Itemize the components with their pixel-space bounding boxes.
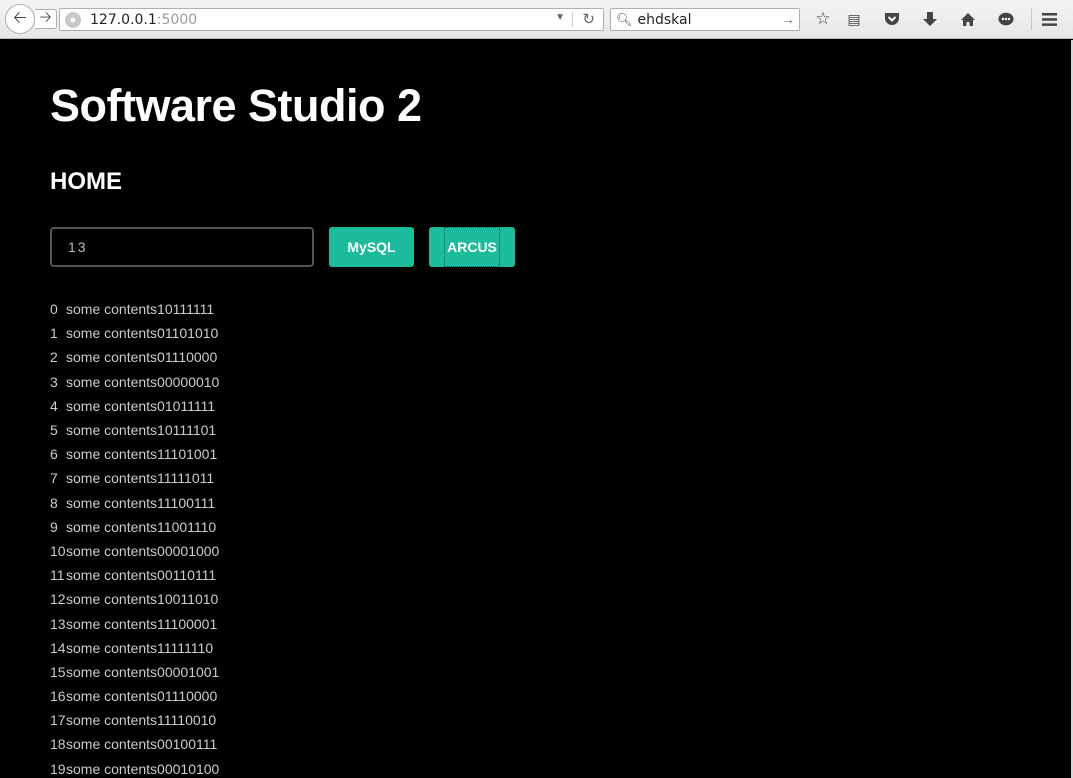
pocket-icon[interactable] xyxy=(882,9,902,29)
list-item-content: some contents01110000 xyxy=(66,349,218,366)
list-item: 5 some contents10111101 xyxy=(50,418,219,442)
go-arrow-icon[interactable]: → xyxy=(781,11,795,27)
list-item: 11 some contents00110111 xyxy=(50,563,219,587)
list-item: 0 some contents10111111 xyxy=(50,297,219,321)
list-item-index: 19 xyxy=(50,760,66,777)
list-item-content: some contents11001110 xyxy=(66,518,217,535)
browser-toolbar: 🡠 🡢 ● 127.0.0.1:5000 ▼ ↻ 🔍︎ ehdskal → ☆ … xyxy=(0,0,1073,39)
list-item-content: some contents10111111 xyxy=(66,301,215,318)
list-item-index: 13 xyxy=(50,615,66,632)
list-item: 19 some contents00010100 xyxy=(50,757,219,778)
list-item-index: 11 xyxy=(50,567,65,584)
list-item-content: some contents11101001 xyxy=(66,446,218,463)
back-arrow-icon: 🡠 xyxy=(13,7,27,27)
back-button[interactable]: 🡠 xyxy=(5,4,35,34)
list-item-index: 0 xyxy=(50,301,58,318)
search-query: ehdskal xyxy=(637,11,692,28)
list-item-content: some contents00001000 xyxy=(66,542,220,559)
url-port: :5000 xyxy=(156,11,198,28)
list-item-content: some contents11110010 xyxy=(66,712,217,729)
page-subtitle: HOME xyxy=(50,168,122,195)
home-icon[interactable] xyxy=(958,9,978,29)
key-input[interactable] xyxy=(50,227,314,267)
list-item-content: some contents00010100 xyxy=(66,760,220,777)
list-item: 16 some contents01110000 xyxy=(50,684,219,708)
list-item-index: 8 xyxy=(50,494,58,511)
url-separator xyxy=(572,12,573,27)
url-host: 127.0.0.1 xyxy=(90,11,157,28)
list-item-content: some contents10111101 xyxy=(66,422,217,439)
list-item-index: 4 xyxy=(50,397,58,414)
arcus-button[interactable]: ARCUS xyxy=(429,227,515,267)
list-item-index: 15 xyxy=(50,663,66,680)
list-item-index: 2 xyxy=(50,349,58,366)
list-item-index: 1 xyxy=(50,325,58,342)
list-item-content: some contents00100111 xyxy=(66,736,218,753)
list-item: 9 some contents11001110 xyxy=(50,515,219,539)
list-item: 2 some contents01110000 xyxy=(50,345,219,369)
list-item-index: 18 xyxy=(50,736,66,753)
list-item-content: some contents11111110 xyxy=(66,639,214,656)
list-item: 6 some contents11101001 xyxy=(50,442,219,466)
forward-button[interactable]: 🡢 xyxy=(35,9,57,29)
list-item: 4 some contents01011111 xyxy=(50,394,219,418)
page-title: Software Studio 2 xyxy=(50,80,422,131)
list-item-index: 17 xyxy=(50,712,66,729)
globe-icon: ● xyxy=(65,11,81,28)
results-list: 0 some contents10111111 1 some contents0110… xyxy=(50,297,219,778)
list-item-index: 16 xyxy=(50,688,66,705)
reading-list-icon[interactable]: ▤ xyxy=(844,9,864,29)
list-item-content: some contents11111011 xyxy=(66,470,215,487)
download-icon[interactable] xyxy=(920,9,940,29)
mysql-button[interactable]: MySQL xyxy=(329,227,414,267)
list-item-index: 5 xyxy=(50,422,58,439)
list-item-content: some contents10011010 xyxy=(66,591,219,608)
list-item: 10 some contents00001000 xyxy=(50,539,219,563)
list-item-content: some contents00000010 xyxy=(66,373,220,390)
list-item-index: 7 xyxy=(50,470,58,487)
list-item: 7 some contents11111011 xyxy=(50,466,219,490)
list-item: 12 some contents10011010 xyxy=(50,587,219,611)
list-item-index: 10 xyxy=(50,542,66,559)
star-icon[interactable]: ☆ xyxy=(813,9,833,29)
reload-icon[interactable]: ↻ xyxy=(582,10,595,28)
list-item: 3 some contents00000010 xyxy=(50,370,219,394)
chat-icon[interactable] xyxy=(996,9,1016,29)
url-bar[interactable]: ● 127.0.0.1:5000 ▼ ↻ xyxy=(59,8,604,31)
list-item: 15 some contents00001001 xyxy=(50,660,219,684)
list-item: 17 some contents11110010 xyxy=(50,708,219,732)
list-item-index: 9 xyxy=(50,518,58,535)
list-item-index: 12 xyxy=(50,591,66,608)
list-item-content: some contents00001001 xyxy=(66,663,220,680)
list-item-content: some contents01011111 xyxy=(66,397,216,414)
list-item-index: 14 xyxy=(50,639,66,656)
menu-icon[interactable] xyxy=(1039,9,1059,29)
list-item-content: some contents01110000 xyxy=(66,688,218,705)
list-item-content: some contents11100111 xyxy=(66,494,216,511)
list-item: 18 some contents00100111 xyxy=(50,732,219,756)
list-item: 1 some contents01101010 xyxy=(50,321,219,345)
list-item: 13 some contents11100001 xyxy=(50,611,219,635)
list-item-content: some contents00110111 xyxy=(66,567,217,584)
search-bar[interactable]: 🔍︎ ehdskal → xyxy=(610,8,800,31)
list-item: 14 some contents11111110 xyxy=(50,636,219,660)
list-item-index: 6 xyxy=(50,446,58,463)
list-item-index: 3 xyxy=(50,373,58,390)
dropdown-icon[interactable]: ▼ xyxy=(555,12,565,23)
list-item: 8 some contents11100111 xyxy=(50,491,219,515)
search-icon: 🔍︎ xyxy=(616,11,633,27)
list-item-content: some contents01101010 xyxy=(66,325,219,342)
list-item-content: some contents11100001 xyxy=(66,615,218,632)
forward-arrow-icon: 🡢 xyxy=(39,8,52,26)
arcus-button-label: ARCUS xyxy=(444,227,500,267)
toolbar-divider xyxy=(1031,8,1032,30)
